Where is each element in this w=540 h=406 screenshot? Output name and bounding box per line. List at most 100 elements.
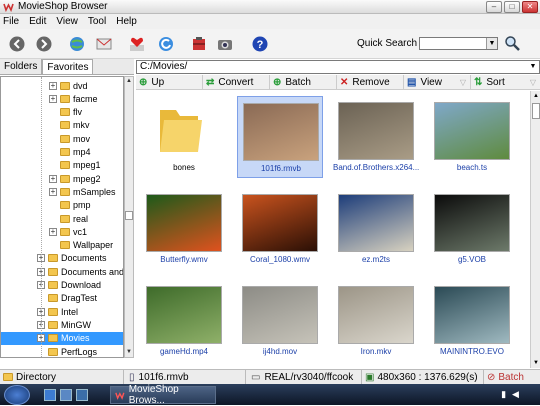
quick-search-input[interactable]: ▼: [419, 37, 498, 50]
tree-item[interactable]: real: [1, 212, 123, 225]
expand-icon[interactable]: +: [49, 174, 57, 183]
grid-scroll-up-icon[interactable]: ▲: [532, 91, 540, 101]
video-item[interactable]: MAININTRO.EVO: [429, 280, 515, 362]
video-item[interactable]: 101f6.rmvb: [237, 96, 323, 178]
back-arrow-icon: [9, 36, 25, 52]
folder-icon: [60, 94, 70, 103]
tree-item[interactable]: + Documents: [1, 252, 123, 265]
sort-button[interactable]: ⇅ Sort ▽: [471, 75, 540, 90]
up-button[interactable]: ⊕ Up: [136, 75, 203, 90]
tree-item[interactable]: + MinGW: [1, 318, 123, 331]
tree-item[interactable]: PerfLogs: [1, 345, 123, 357]
quick-search-dropdown[interactable]: ▼: [486, 38, 497, 49]
grid-scrollbar[interactable]: ▲ ▼: [530, 91, 540, 368]
status-type-label: Directory: [16, 371, 57, 383]
view-icon: ▤: [407, 77, 417, 88]
path-field[interactable]: C:/Movies/ ▼: [136, 60, 540, 74]
taskbar-app-button[interactable]: MovieShop Brows...: [110, 384, 216, 406]
expand-icon[interactable]: +: [49, 94, 57, 103]
video-item[interactable]: Coral_1080.wmv: [237, 188, 323, 270]
tree-scroll-thumb[interactable]: [125, 211, 133, 220]
grid-scroll-down-icon[interactable]: ▼: [532, 358, 540, 368]
tray-volume-icon[interactable]: ◀: [512, 389, 519, 400]
tree-item[interactable]: DragTest: [1, 292, 123, 305]
tree-scrollbar[interactable]: ▲ ▼: [124, 76, 134, 358]
video-item[interactable]: Iron.mkv: [333, 280, 419, 362]
tray-network-icon[interactable]: ▮: [501, 389, 506, 400]
favorite-button[interactable]: [128, 35, 146, 53]
tree-item[interactable]: mpeg1: [1, 159, 123, 172]
menu-tool[interactable]: Tool: [88, 16, 106, 27]
close-button[interactable]: ✕: [522, 1, 538, 13]
folder-icon: [60, 134, 70, 143]
tree-item[interactable]: mov: [1, 132, 123, 145]
menu-edit[interactable]: Edit: [29, 16, 46, 27]
maximize-button[interactable]: □: [504, 1, 520, 13]
tree-item[interactable]: + Documents and: [1, 265, 123, 278]
tab-favorites[interactable]: Favorites: [42, 59, 94, 74]
video-item[interactable]: Band.of.Brothers.x264...: [333, 96, 419, 178]
minimize-button[interactable]: –: [486, 1, 502, 13]
video-item[interactable]: ez.m2ts: [333, 188, 419, 270]
status-codec: ▭ REAL/rv3040/ffcook: [246, 369, 362, 385]
video-item[interactable]: beach.ts: [429, 96, 515, 178]
remove-button[interactable]: ✕ Remove: [337, 75, 404, 90]
status-batch[interactable]: ⊘ Batch: [484, 370, 540, 385]
menu-help[interactable]: Help: [116, 16, 137, 27]
path-dropdown-icon[interactable]: ▼: [528, 62, 538, 72]
forward-button[interactable]: [35, 35, 53, 53]
view-button[interactable]: ▤ View ▽: [404, 75, 471, 90]
convert-button[interactable]: ⇄ Convert: [203, 75, 270, 90]
help-button[interactable]: ?: [251, 35, 269, 53]
back-button[interactable]: [8, 35, 26, 53]
expand-icon[interactable]: +: [49, 187, 57, 196]
tree-item[interactable]: + Movies: [1, 331, 123, 345]
convert-tool-button[interactable]: [190, 35, 208, 53]
folder-item[interactable]: bones: [141, 96, 227, 178]
file-name: Band.of.Brothers.x264...: [333, 163, 419, 172]
web-button[interactable]: [68, 35, 86, 53]
tree-item[interactable]: + mpeg2: [1, 172, 123, 185]
quicklaunch-explorer-icon[interactable]: [60, 389, 72, 401]
tree-item[interactable]: mp4: [1, 146, 123, 159]
grid-scroll-thumb[interactable]: [532, 103, 540, 119]
tree-item[interactable]: + vc1: [1, 225, 123, 238]
capture-button[interactable]: [216, 35, 234, 53]
tree-item[interactable]: + dvd: [1, 79, 123, 92]
quicklaunch-switch-icon[interactable]: [76, 389, 88, 401]
search-button[interactable]: [504, 35, 520, 51]
tree-item[interactable]: + Intel: [1, 305, 123, 318]
batch-button[interactable]: ⊕ Batch: [270, 75, 337, 90]
tree-item[interactable]: mkv: [1, 119, 123, 132]
tree-item[interactable]: + Download: [1, 279, 123, 292]
scroll-down-icon[interactable]: ▼: [125, 348, 133, 357]
tree-item[interactable]: pmp: [1, 199, 123, 212]
video-item[interactable]: Butterfly.wmv: [141, 188, 227, 270]
menu-view[interactable]: View: [56, 16, 78, 27]
sort-dropdown-icon[interactable]: ▽: [530, 78, 536, 87]
status-file: ▯ 101f6.rmvb: [124, 369, 246, 385]
video-thumbnail: [338, 286, 414, 344]
tree-item[interactable]: flv: [1, 106, 123, 119]
expand-icon[interactable]: +: [49, 227, 57, 236]
status-dims: ▣ 480x360 : 1376.629(s): [362, 369, 484, 385]
mail-button[interactable]: [95, 35, 113, 53]
video-item[interactable]: g5.VOB: [429, 188, 515, 270]
tree-item[interactable]: + facme: [1, 92, 123, 105]
view-dropdown-icon[interactable]: ▽: [460, 78, 466, 87]
scroll-up-icon[interactable]: ▲: [125, 77, 133, 86]
video-item[interactable]: ij4hd.mov: [237, 280, 323, 362]
start-button[interactable]: [4, 385, 30, 405]
video-item[interactable]: gameHd.mp4: [141, 280, 227, 362]
tree-item[interactable]: + mSamples: [1, 185, 123, 198]
video-thumbnail: [242, 286, 318, 344]
folder-icon: [48, 294, 58, 303]
tree-item-label: mSamples: [73, 186, 116, 197]
refresh-button[interactable]: [157, 35, 175, 53]
file-name: Butterfly.wmv: [160, 255, 208, 264]
expand-icon[interactable]: +: [49, 81, 57, 90]
tree-item[interactable]: Wallpaper: [1, 239, 123, 252]
quicklaunch-desktop-icon[interactable]: [44, 389, 56, 401]
tab-folders[interactable]: Folders: [0, 59, 43, 74]
menu-file[interactable]: File: [3, 16, 19, 27]
